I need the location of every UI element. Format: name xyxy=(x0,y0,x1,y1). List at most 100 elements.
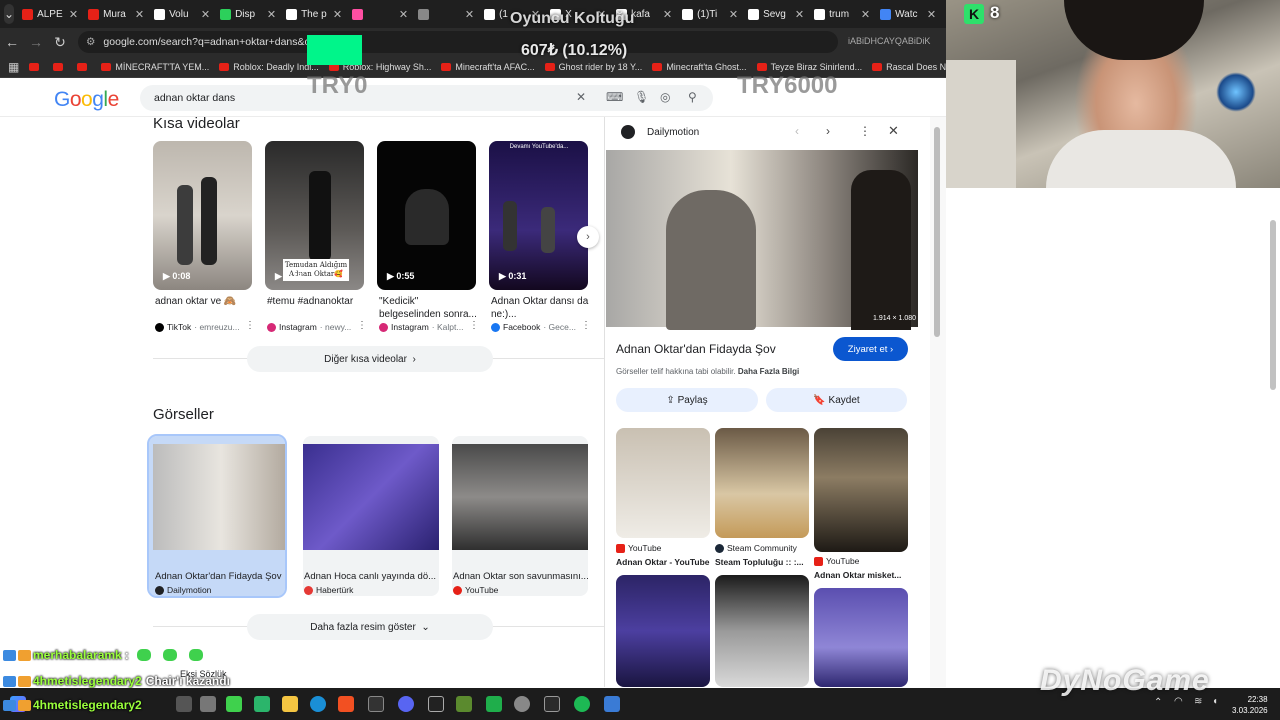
tab-close-icon[interactable]: ✕ xyxy=(399,8,408,21)
url-input[interactable]: ⚙ google.com/search?q=adnan+oktar+dans&o… xyxy=(78,31,838,53)
tab-close-icon[interactable]: ✕ xyxy=(927,8,936,21)
video-card[interactable]: ▶ 0:55 xyxy=(377,141,476,290)
bookmark-item[interactable] xyxy=(29,62,43,72)
bookmark-item[interactable] xyxy=(53,62,67,72)
bookmark-item[interactable]: Rascal Does Not Dr... xyxy=(872,62,946,72)
volume-icon[interactable]: ◖ xyxy=(1212,696,1218,707)
image-title[interactable]: Adnan Oktar'dan Fidayda Şov xyxy=(155,571,281,582)
lens-icon[interactable]: ◎ xyxy=(660,90,670,104)
panel-more-icon[interactable]: ⋮ xyxy=(859,124,871,138)
site-info-icon[interactable]: ⚙ xyxy=(86,36,95,48)
learn-more-link[interactable]: Daha Fazla Bilgi xyxy=(738,367,799,376)
browser-tab[interactable]: ALPE ✕ xyxy=(18,2,82,26)
app-icon[interactable] xyxy=(226,696,242,712)
browser-tab[interactable]: Volu ✕ xyxy=(150,2,214,26)
related-title[interactable]: Adnan Oktar misket... xyxy=(814,570,901,580)
save-button[interactable]: 🔖 Kaydet xyxy=(766,388,907,412)
microphone-icon[interactable]: 🎙 xyxy=(634,90,649,104)
browser-tab[interactable]: The p ✕ xyxy=(282,2,346,26)
related-image[interactable] xyxy=(616,428,710,538)
video-card[interactable]: ▶ 0:08 xyxy=(153,141,252,290)
video-card[interactable]: Temudan Aldığım Adnan Oktar🥰 ▶ 0:16 xyxy=(265,141,364,290)
minecraft-icon[interactable] xyxy=(456,696,472,712)
bookmark-item[interactable] xyxy=(77,62,91,72)
related-image[interactable] xyxy=(616,575,710,687)
google-logo[interactable]: Google xyxy=(54,88,119,112)
app-icon[interactable] xyxy=(604,696,620,712)
bookmark-item[interactable]: Ghost rider by 18 Y... xyxy=(544,62,642,72)
store-icon[interactable] xyxy=(338,696,354,712)
browser-tab[interactable]: Disp ✕ xyxy=(216,2,280,26)
chat-username[interactable]: 4hmetislegendary2 xyxy=(33,674,142,688)
related-image[interactable] xyxy=(715,428,809,538)
search-query[interactable]: adnan oktar dans xyxy=(154,92,235,104)
tab-close-icon[interactable]: ✕ xyxy=(861,8,870,21)
more-options-icon[interactable]: ⋮ xyxy=(581,320,591,331)
tab-close-icon[interactable]: ✕ xyxy=(135,8,144,21)
more-options-icon[interactable]: ⋮ xyxy=(245,320,255,331)
browser-tab[interactable]: ✕ xyxy=(348,2,412,26)
spotify-icon[interactable] xyxy=(574,696,590,712)
app-icon[interactable] xyxy=(254,696,270,712)
panel-scrollbar[interactable] xyxy=(930,117,946,687)
forward-button[interactable]: → xyxy=(24,34,48,50)
app-icon[interactable] xyxy=(428,696,444,712)
related-title[interactable]: Steam Topluluğu :: :... xyxy=(715,557,804,567)
panel-close-button[interactable]: ✕ xyxy=(888,123,899,139)
bookmark-item[interactable]: Roblox: Deadly Indi... xyxy=(219,62,319,72)
video-title[interactable]: adnan oktar ve 🙈 xyxy=(155,295,255,308)
browser-tab[interactable]: Sevg ✕ xyxy=(744,2,808,26)
tray-chevron-icon[interactable]: ⌃ xyxy=(1154,697,1162,708)
panel-next-button[interactable]: › xyxy=(826,124,830,138)
chat-username[interactable]: merhabalaramk xyxy=(33,648,122,662)
tab-close-icon[interactable]: ✕ xyxy=(267,8,276,21)
tab-close-icon[interactable]: ✕ xyxy=(729,8,738,21)
image-title[interactable]: Adnan Oktar son savunmasını... xyxy=(453,571,589,582)
discord-icon[interactable] xyxy=(398,696,414,712)
app-icon[interactable] xyxy=(486,696,502,712)
app-icon[interactable] xyxy=(544,696,560,712)
app-icon[interactable] xyxy=(368,696,384,712)
settings-icon[interactable] xyxy=(514,696,530,712)
related-image[interactable] xyxy=(814,588,908,687)
browser-tab[interactable]: (1)Ti ✕ xyxy=(678,2,742,26)
bookmark-item[interactable]: MİNECRAFT'TA YEM... xyxy=(101,62,209,72)
panel-main-image[interactable] xyxy=(606,150,918,330)
related-image[interactable] xyxy=(814,428,908,552)
browser-tab[interactable]: Watc ✕ xyxy=(876,2,940,26)
panel-source[interactable]: Dailymotion xyxy=(647,127,699,138)
folder-icon[interactable] xyxy=(282,696,298,712)
related-image[interactable] xyxy=(715,575,809,687)
search-taskbar-icon[interactable] xyxy=(176,696,192,712)
tab-close-icon[interactable]: ✕ xyxy=(333,8,342,21)
tab-close-icon[interactable]: ✕ xyxy=(795,8,804,21)
related-title[interactable]: Adnan Oktar - YouTube xyxy=(616,557,710,567)
bookmark-item[interactable]: Minecraft'ta Ghost... xyxy=(652,62,747,72)
video-title[interactable]: #temu #adnanoktar xyxy=(267,295,367,308)
search-box[interactable]: adnan oktar dans ✕ ⌨ 🎙 ◎ ⚲ xyxy=(140,85,713,111)
video-title[interactable]: Adnan Oktar dansı da ne:)... xyxy=(491,295,591,321)
taskview-icon[interactable] xyxy=(200,696,216,712)
bookmark-item[interactable]: Teyze Biraz Sinirlend... xyxy=(756,62,862,72)
apps-grid-icon[interactable]: ▦ xyxy=(8,60,19,74)
reload-button[interactable]: ↻ xyxy=(48,34,72,51)
browser-tab[interactable]: Mura ✕ xyxy=(84,2,148,26)
panel-title[interactable]: Adnan Oktar'dan Fidayda Şov xyxy=(616,342,776,356)
keyboard-icon[interactable]: ⌨ xyxy=(606,90,623,104)
browser-tab[interactable]: ✕ xyxy=(414,2,478,26)
chat-username[interactable]: 4hmetislegendary2 xyxy=(33,698,142,712)
share-button[interactable]: ⇪ Paylaş xyxy=(616,388,758,412)
back-button[interactable]: ← xyxy=(0,34,24,50)
tab-close-icon[interactable]: ✕ xyxy=(69,8,78,21)
search-icon[interactable]: ⚲ xyxy=(688,90,697,104)
more-options-icon[interactable]: ⋮ xyxy=(357,320,367,331)
tab-close-icon[interactable]: ✕ xyxy=(201,8,210,21)
clear-icon[interactable]: ✕ xyxy=(576,90,586,104)
browser-tab[interactable]: trum ✕ xyxy=(810,2,874,26)
image-title[interactable]: Adnan Hoca canlı yayında dö... xyxy=(304,571,436,582)
page-scrollbar-thumb[interactable] xyxy=(1270,220,1276,390)
more-images-button[interactable]: Daha fazla resim göster ⌄ xyxy=(247,614,493,640)
edge-icon[interactable] xyxy=(310,696,326,712)
video-title[interactable]: "Kedicik" belgeselinden sonra... xyxy=(379,295,479,321)
taskbar-clock[interactable]: 22:38 3.03.2026 xyxy=(1232,694,1268,716)
